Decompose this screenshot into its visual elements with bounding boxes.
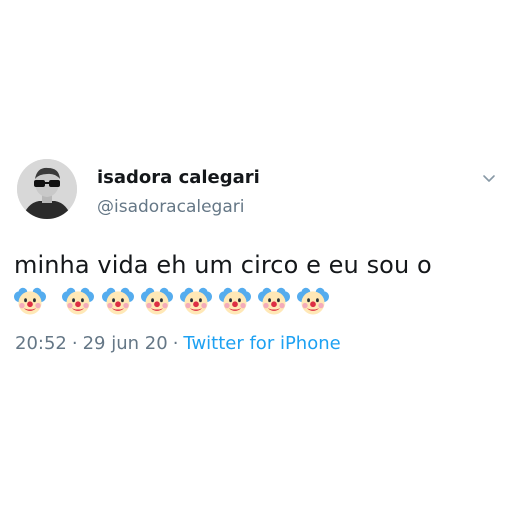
clown-face-icon: [258, 286, 290, 318]
user-handle[interactable]: @isadoracalegari: [97, 197, 244, 217]
clown-face-icon: [180, 286, 212, 318]
clown-face-icon: [14, 286, 46, 318]
clown-face-icon: [297, 286, 329, 318]
clown-face-icon: [62, 286, 94, 318]
tweet-text: minha vida eh um circo e eu sou o: [14, 251, 432, 279]
meta-separator: ·: [172, 333, 179, 354]
tweet-card: isadora calegari @isadoracalegari minha …: [0, 0, 512, 512]
avatar[interactable]: [17, 159, 77, 219]
chevron-down-icon[interactable]: [481, 170, 497, 186]
meta-separator: ·: [71, 333, 78, 354]
avatar-photo: [17, 159, 77, 219]
clown-face-icon: [219, 286, 251, 318]
tweet-source-link[interactable]: Twitter for iPhone: [183, 333, 340, 354]
clown-face-icon: [102, 286, 134, 318]
emoji-row: [14, 286, 344, 320]
clown-face-icon: [141, 286, 173, 318]
display-name[interactable]: isadora calegari: [97, 167, 260, 188]
tweet-meta: 20:52 · 29 jun 20 · Twitter for iPhone: [15, 333, 341, 354]
tweet-date[interactable]: 29 jun 20: [83, 333, 168, 354]
tweet-time[interactable]: 20:52: [15, 333, 67, 354]
